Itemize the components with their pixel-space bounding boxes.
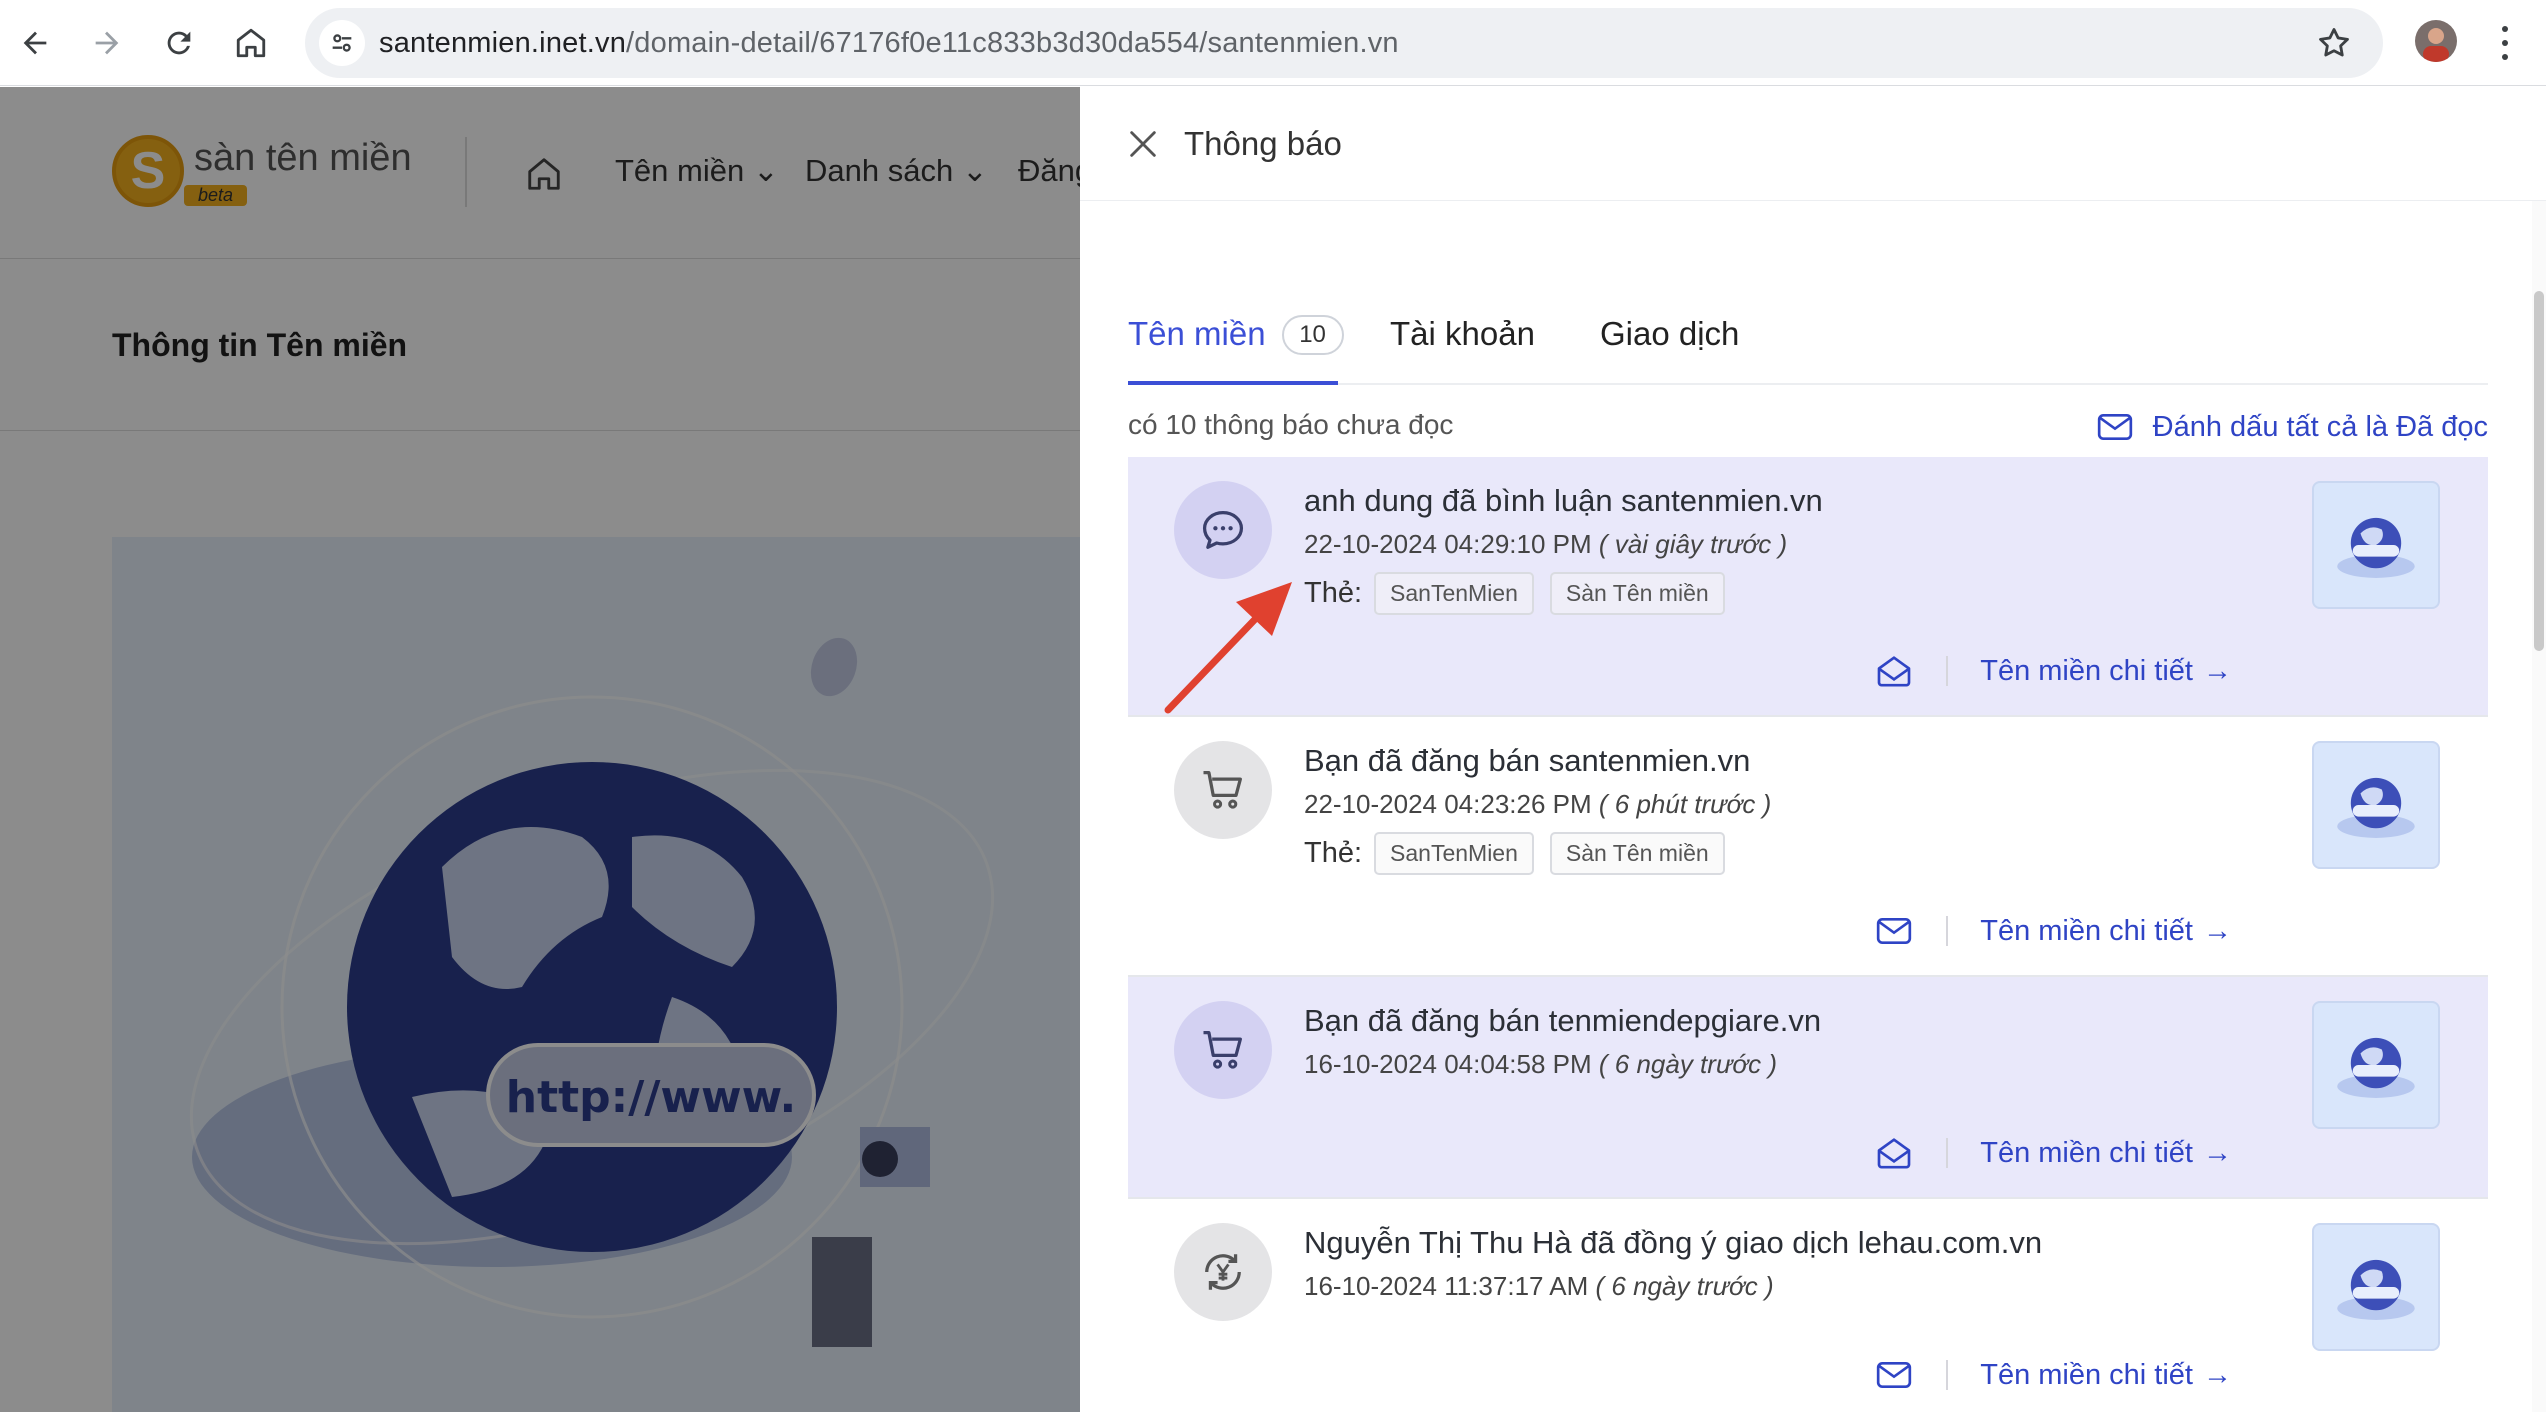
tab-account-label: Tài khoản [1390, 315, 1535, 352]
notification-relative-time: ( 6 phút trước ) [1598, 789, 1772, 819]
action-divider [1946, 656, 1949, 686]
drawer-header: Thông báo [1080, 87, 2546, 201]
notification-datetime: 22-10-2024 04:29:10 PM [1304, 529, 1592, 559]
close-icon[interactable] [1126, 127, 1160, 161]
domain-thumbnail [2312, 741, 2440, 869]
unread-count-text: có 10 thông báo chưa đọc [1128, 409, 1454, 440]
arrow-right-icon: → [2203, 654, 2232, 687]
reload-icon [167, 31, 191, 55]
arrow-right-icon [95, 31, 119, 55]
notification-tabs: Tên miền 10 Tài khoản Giao dịch [1128, 287, 2488, 385]
notification-title: anh dung đã bình luận santenmien.vn [1304, 483, 1823, 518]
domain-thumbnail [2312, 1223, 2440, 1351]
unread-summary-row: có 10 thông báo chưa đọc Đánh dấu tất cả… [1128, 397, 2488, 457]
tag-chip[interactable]: SanTenMien [1374, 571, 1534, 615]
forward-button[interactable] [84, 20, 130, 66]
tab-transactions[interactable]: Giao dịch [1600, 287, 1739, 385]
reload-button[interactable] [156, 20, 202, 66]
envelope-icon[interactable] [1874, 911, 1914, 951]
domain-detail-label: Tên miền chi tiết [1980, 1358, 2193, 1391]
back-button[interactable] [12, 20, 58, 66]
notification-relative-time: ( 6 ngày trước ) [1598, 1049, 1778, 1079]
envelope-open-icon[interactable] [1874, 651, 1914, 691]
notification-time: 16-10-2024 11:37:17 AM ( 6 ngày trước ) [1304, 1271, 1774, 1302]
modal-overlay[interactable] [0, 87, 1080, 1412]
notification-time: 16-10-2024 04:04:58 PM ( 6 ngày trước ) [1304, 1049, 1777, 1080]
tab-transactions-label: Giao dịch [1600, 315, 1740, 352]
action-divider [1946, 1360, 1949, 1390]
scrollbar-thumb[interactable] [2534, 291, 2544, 651]
notification-item[interactable]: Nguyễn Thị Thu Hà đã đồng ý giao dịch le… [1128, 1199, 2488, 1412]
tags-label: Thẻ: [1304, 576, 1363, 609]
site-settings-icon[interactable] [319, 20, 365, 66]
notification-title: Bạn đã đăng bán tenmiendepgiare.vn [1304, 1003, 1822, 1038]
cart-icon [1174, 741, 1272, 839]
yen-exchange-icon [1174, 1223, 1272, 1321]
tag-chip[interactable]: Sàn Tên miền [1549, 571, 1725, 615]
home-icon [236, 28, 266, 58]
notification-title: Nguyễn Thị Thu Hà đã đồng ý giao dịch le… [1304, 1225, 2043, 1260]
notification-relative-time: ( vài giây trước ) [1598, 529, 1788, 559]
notification-item[interactable]: Bạn đã đăng bán santenmien.vn 22-10-2024… [1128, 717, 2488, 977]
url-host: santenmien.inet.vn [379, 27, 627, 59]
notification-actions: Tên miền chi tiết → [1874, 1353, 2232, 1397]
url-path: /domain-detail/67176f0e11c833b3d30da554/… [626, 27, 1399, 59]
notification-relative-time: ( 6 ngày trước ) [1595, 1271, 1774, 1301]
notification-time: 22-10-2024 04:29:10 PM ( vài giây trước … [1304, 529, 1787, 560]
notification-datetime: 16-10-2024 04:04:58 PM [1304, 1049, 1592, 1079]
home-button[interactable] [228, 20, 274, 66]
notification-item[interactable]: Bạn đã đăng bán tenmiendepgiare.vn 16-10… [1128, 977, 2488, 1199]
envelope-open-icon[interactable] [1874, 1133, 1914, 1173]
drawer-scrollbar[interactable] [2532, 201, 2546, 1412]
notification-time: 22-10-2024 04:23:26 PM ( 6 phút trước ) [1304, 789, 1771, 820]
arrow-right-icon: → [2203, 1358, 2232, 1391]
domain-thumbnail [2312, 481, 2440, 609]
action-divider [1946, 916, 1949, 946]
domain-detail-label: Tên miền chi tiết [1980, 914, 2193, 947]
address-bar[interactable]: santenmien.inet.vn/domain-detail/67176f0… [305, 8, 2383, 78]
action-divider [1946, 1138, 1949, 1168]
notification-tags: Thẻ: SanTenMien Sàn Tên miền [1304, 831, 1741, 875]
domain-thumbnail [2312, 1001, 2440, 1129]
envelope-icon [2097, 414, 2132, 440]
domain-detail-link[interactable]: Tên miền chi tiết → [1980, 1137, 2232, 1170]
mark-all-read-button[interactable]: Đánh dấu tất cả là Đã đọc [2095, 407, 2488, 447]
tags-label: Thẻ: [1304, 836, 1363, 869]
drawer-title: Thông báo [1184, 125, 1342, 162]
notification-title: Bạn đã đăng bán santenmien.vn [1304, 743, 1751, 778]
browser-toolbar: santenmien.inet.vn/domain-detail/67176f0… [0, 0, 2546, 86]
tab-account[interactable]: Tài khoản [1390, 287, 1535, 385]
tag-chip[interactable]: SanTenMien [1374, 831, 1534, 875]
domain-detail-link[interactable]: Tên miền chi tiết → [1980, 915, 2232, 948]
url-text: santenmien.inet.vn/domain-detail/67176f0… [379, 27, 1399, 60]
notification-item[interactable]: anh dung đã bình luận santenmien.vn 22-1… [1128, 457, 2488, 717]
browser-menu-icon[interactable] [2490, 22, 2520, 64]
tab-domains[interactable]: Tên miền 10 [1128, 287, 1344, 385]
tab-count-badge: 10 [1281, 315, 1344, 355]
notification-actions: Tên miền chi tiết → [1874, 909, 2232, 953]
profile-avatar[interactable] [2415, 20, 2457, 62]
domain-detail-label: Tên miền chi tiết [1980, 654, 2193, 687]
notification-datetime: 16-10-2024 11:37:17 AM [1304, 1271, 1589, 1301]
domain-detail-link[interactable]: Tên miền chi tiết → [1980, 1359, 2232, 1392]
domain-detail-label: Tên miền chi tiết [1980, 1136, 2193, 1169]
arrow-right-icon: → [2203, 914, 2232, 947]
tag-chip[interactable]: Sàn Tên miền [1549, 831, 1725, 875]
notification-actions: Tên miền chi tiết → [1874, 649, 2232, 693]
tab-domains-label: Tên miền [1128, 315, 1266, 352]
bookmark-star-icon[interactable] [2315, 24, 2353, 62]
chat-icon [1174, 481, 1272, 579]
envelope-icon[interactable] [1874, 1355, 1914, 1395]
notification-datetime: 22-10-2024 04:23:26 PM [1304, 789, 1592, 819]
arrow-right-icon: → [2203, 1136, 2232, 1169]
notification-drawer: Thông báo Tên miền 10 Tài khoản Giao dịc… [1080, 87, 2546, 1412]
notification-actions: Tên miền chi tiết → [1874, 1131, 2232, 1175]
notification-tags: Thẻ: SanTenMien Sàn Tên miền [1304, 571, 1741, 615]
cart-icon [1174, 1001, 1272, 1099]
domain-detail-link[interactable]: Tên miền chi tiết → [1980, 655, 2232, 688]
mark-all-read-label: Đánh dấu tất cả là Đã đọc [2152, 410, 2488, 443]
arrow-left-icon [23, 31, 47, 55]
